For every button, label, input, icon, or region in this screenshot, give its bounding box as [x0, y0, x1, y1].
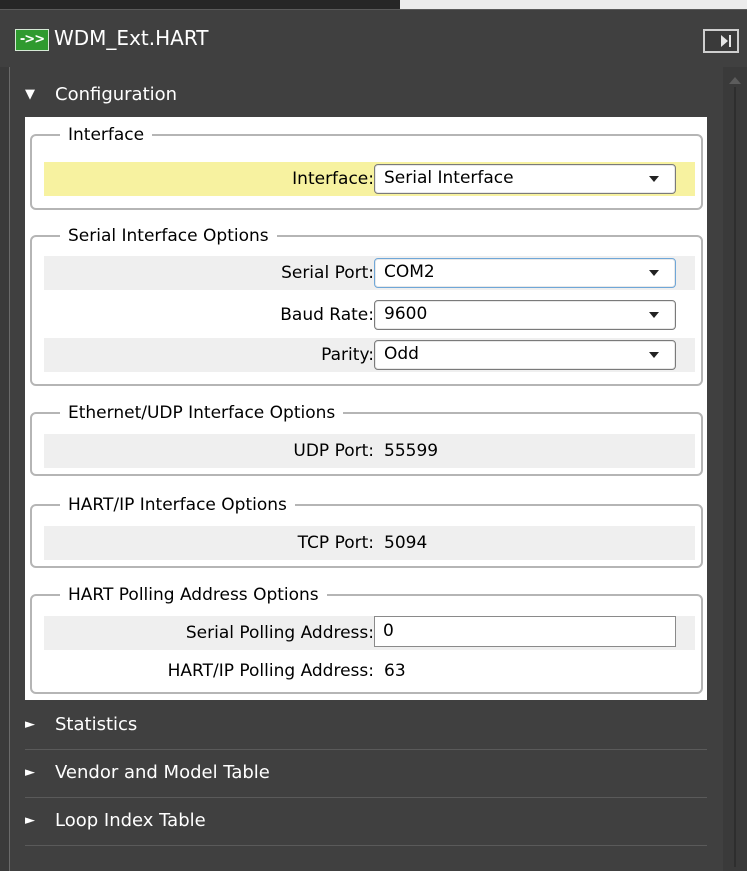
section-vendor-model-label: Vendor and Model Table: [55, 762, 270, 783]
serial-polling-input[interactable]: 0: [374, 616, 676, 647]
baud-rate-row: Baud Rate: 9600: [44, 298, 695, 332]
window-title: WDM_Ext.HART: [54, 26, 209, 50]
dropdown-arrow-icon: [649, 352, 659, 358]
serial-polling-row: Serial Polling Address: 0: [44, 616, 695, 650]
dropdown-arrow-icon: [649, 312, 659, 318]
interface-value: Serial Interface: [384, 168, 514, 188]
tcp-port-value: 5094: [384, 533, 428, 553]
polling-options-group: HART Polling Address Options Serial Poll…: [30, 583, 703, 694]
collapsed-arrow-icon: ►: [25, 717, 35, 732]
hartip-options-legend: HART/IP Interface Options: [60, 493, 295, 517]
tcp-port-row: TCP Port: 5094: [44, 526, 695, 560]
expanded-arrow-icon: ▼: [25, 87, 35, 102]
section-configuration-label: Configuration: [55, 84, 178, 105]
collapsed-arrow-icon: ►: [25, 765, 35, 780]
baud-rate-select[interactable]: 9600: [374, 300, 676, 330]
interface-row: Interface: Serial Interface: [44, 162, 695, 196]
serial-polling-value: 0: [383, 621, 394, 641]
udp-port-label: UDP Port:: [293, 441, 374, 461]
parity-value: Odd: [384, 344, 419, 364]
section-vendor-model-table[interactable]: ► Vendor and Model Table: [25, 750, 705, 796]
ethernet-options-group: Ethernet/UDP Interface Options UDP Port:…: [30, 401, 703, 476]
interface-label: Interface:: [292, 169, 374, 189]
hartip-polling-row: HART/IP Polling Address: 63: [44, 654, 695, 688]
dropdown-arrow-icon: [649, 176, 659, 182]
udp-port-row: UDP Port: 55599: [44, 434, 695, 468]
section-loop-index-table[interactable]: ► Loop Index Table: [25, 798, 705, 844]
app-icon: ->>: [15, 29, 49, 51]
parity-select[interactable]: Odd: [374, 340, 676, 370]
serial-options-legend: Serial Interface Options: [60, 224, 277, 248]
parity-label: Parity:: [321, 345, 374, 365]
title-bar: ->> WDM_Ext.HART: [0, 9, 747, 67]
scroll-up-icon[interactable]: [729, 77, 741, 84]
interface-select[interactable]: Serial Interface: [374, 164, 676, 194]
udp-port-value: 55599: [384, 441, 439, 461]
collapsed-arrow-icon: ►: [25, 813, 35, 828]
ethernet-options-legend: Ethernet/UDP Interface Options: [60, 401, 344, 425]
serial-port-select[interactable]: COM2: [374, 258, 676, 288]
serial-port-row: Serial Port: COM2: [44, 256, 695, 290]
dropdown-arrow-icon: [649, 270, 659, 276]
hartip-polling-value: 63: [384, 661, 406, 681]
tcp-port-label: TCP Port:: [297, 533, 374, 553]
serial-options-group: Serial Interface Options Serial Port: CO…: [30, 224, 703, 386]
section-statistics-label: Statistics: [55, 714, 138, 735]
top-strip: [0, 0, 747, 9]
serial-polling-label: Serial Polling Address:: [185, 623, 374, 643]
section-loop-index-label: Loop Index Table: [55, 810, 206, 831]
serial-port-label: Serial Port:: [281, 263, 374, 283]
hartip-polling-label: HART/IP Polling Address:: [167, 661, 374, 681]
configuration-body: Interface Interface: Serial Interface Se…: [25, 117, 707, 700]
parity-row: Parity: Odd: [44, 338, 695, 372]
interface-group: Interface Interface: Serial Interface: [30, 123, 703, 210]
hartip-options-group: HART/IP Interface Options TCP Port: 5094: [30, 493, 703, 568]
vertical-scrollbar[interactable]: [723, 67, 747, 871]
section-configuration[interactable]: ▼ Configuration: [25, 72, 705, 118]
section-statistics[interactable]: ► Statistics: [25, 702, 705, 748]
collapse-panel-button[interactable]: [703, 29, 739, 53]
collapse-arrow-icon: [721, 35, 728, 47]
baud-rate-label: Baud Rate:: [280, 305, 374, 325]
interface-group-legend: Interface: [60, 123, 153, 147]
baud-rate-value: 9600: [384, 304, 428, 324]
polling-options-legend: HART Polling Address Options: [60, 583, 327, 607]
serial-port-value: COM2: [384, 262, 435, 282]
